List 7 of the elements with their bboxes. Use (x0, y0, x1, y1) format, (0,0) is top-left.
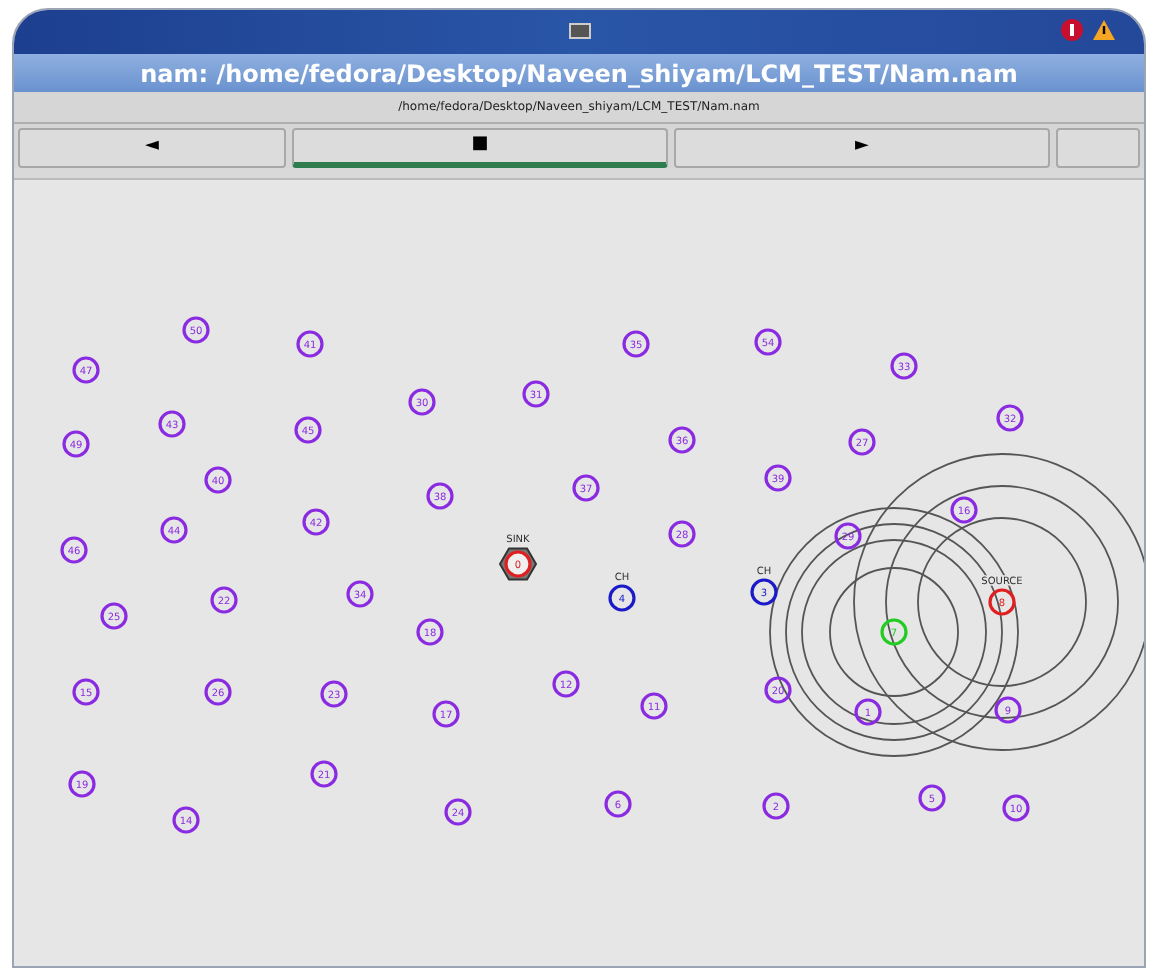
play-button[interactable]: ► (674, 128, 1050, 168)
stop-button[interactable]: ■ (292, 128, 668, 168)
window-title: nam: /home/fedora/Desktop/Naveen_shiyam/LCM_TEST/Nam.nam (140, 57, 1018, 91)
warning-icon[interactable] (1092, 18, 1116, 42)
monitor-icon[interactable] (567, 22, 591, 42)
rewind-button[interactable]: ◄ (18, 128, 286, 168)
alert-icon[interactable] (1060, 18, 1084, 42)
